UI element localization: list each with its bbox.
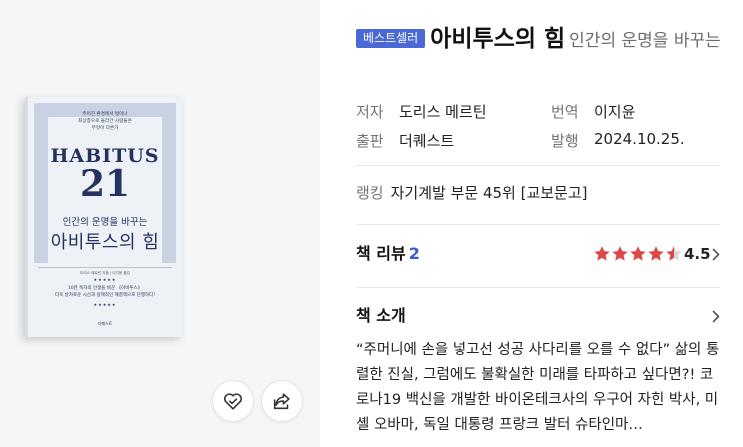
divider (356, 165, 720, 166)
cover-blurb: 10만 독자의 인생을 바꾼 《아비투스》 더욱 날카로운 시선과 실제적인 해… (54, 286, 156, 298)
publish-date: 2024.10.25. (594, 130, 685, 148)
intro-text: “주머니에 손을 넣고선 성공 사다리를 오를 수 없다” 삶의 통렬한 진실,… (356, 342, 720, 433)
ranking-row: 랭킹 자기계발 부문 45위 [교보문고] (356, 182, 588, 203)
date-label: 발행 (551, 132, 579, 150)
wishlist-button[interactable] (212, 380, 254, 422)
author-label: 저자 (356, 103, 384, 121)
book-image-panel: 주어진 환경에서 벗어나 최상층으로 올라간 사람들은 무엇이 다른가 HABI… (0, 0, 320, 447)
star-rating (593, 245, 683, 263)
cover-stars-bottom: ★★★★★ (93, 302, 117, 307)
ranking-value: 자기계발 부문 45위 [교보문고] (390, 184, 588, 202)
translator-name[interactable]: 이지윤 (594, 101, 635, 122)
cover-publisher: 더퀘스트 (97, 321, 113, 326)
chevron-right-icon[interactable] (712, 310, 720, 323)
book-title: 아비투스의 힘 (430, 26, 566, 52)
review-title: 책 리뷰 (356, 244, 406, 263)
share-button[interactable] (261, 380, 303, 422)
title-block: 베스트셀러 아비투스의 힘 인간의 운명을 바꾸는 (356, 24, 728, 57)
publisher-name[interactable]: 더퀘스트 (399, 130, 454, 151)
bestseller-badge: 베스트셀러 (356, 29, 426, 48)
star-icon (612, 246, 628, 261)
cover-stars-top: ★★★★★ (93, 277, 117, 282)
book-cover-image[interactable]: 주어진 환경에서 벗어나 최상층으로 올라간 사람들은 무엇이 다른가 HABI… (25, 97, 182, 337)
chevron-right-icon[interactable] (712, 248, 720, 261)
cover-number: 21 (79, 163, 131, 205)
rating-value: 4.5 (684, 245, 711, 263)
review-section-header[interactable]: 책 리뷰 2 4.5 (356, 240, 720, 268)
star-icon (648, 246, 664, 261)
share-icon (273, 393, 290, 410)
translator-label: 번역 (551, 103, 579, 121)
ranking-label: 랭킹 (356, 184, 384, 202)
cover-title: 아비투스의 힘 (50, 232, 160, 253)
intro-title: 책 소개 (356, 306, 406, 325)
star-icon (594, 246, 610, 261)
intro-section-header[interactable]: 책 소개 (356, 302, 720, 330)
star-icon (630, 246, 646, 261)
author-name[interactable]: 도리스 메르틴 (399, 101, 487, 122)
book-subtitle: 인간의 운명을 바꾸는 (569, 31, 721, 51)
cover-authors: 도리스 메르틴 지음 | 이지윤 옮김 (38, 267, 172, 276)
divider (356, 287, 720, 288)
review-count: 2 (408, 244, 420, 263)
heart-check-icon (224, 393, 242, 410)
star-icon (666, 246, 682, 261)
cover-subtext: 주어진 환경에서 벗어나 최상층으로 올라간 사람들은 무엇이 다른가 (78, 112, 132, 131)
cover-tagline: 인간의 운명을 바꾸는 (62, 217, 148, 228)
divider (356, 224, 720, 225)
publisher-label: 출판 (356, 132, 384, 150)
